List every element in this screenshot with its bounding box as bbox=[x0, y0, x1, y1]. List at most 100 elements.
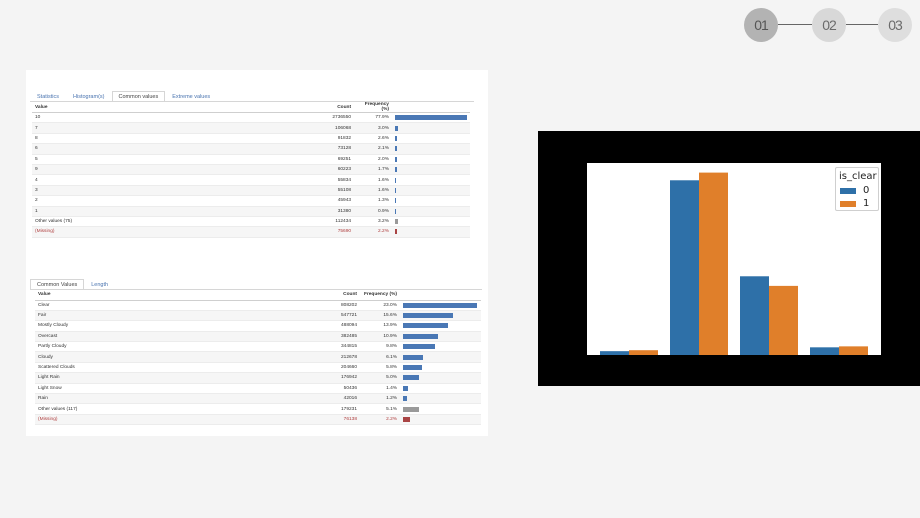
table-row: 10 2736550 77.9% bbox=[32, 112, 470, 124]
cell-frequency: 77.9% bbox=[354, 112, 392, 124]
cell-frequency: 1.6% bbox=[354, 174, 392, 186]
table-row: Other values (75) 112434 3.2% bbox=[32, 216, 470, 228]
chart-frame: is_clear 0 1 bbox=[538, 131, 920, 386]
frequency-bar bbox=[394, 198, 397, 204]
cell-value: Partly Cloudy bbox=[35, 341, 215, 353]
cell-bar bbox=[400, 372, 481, 384]
table-header-row: Value Count Frequency (%) bbox=[35, 290, 481, 301]
cell-bar bbox=[391, 195, 470, 207]
table-row: Cloudy 212678 6.1% bbox=[35, 351, 481, 363]
cell-value: 1 bbox=[32, 206, 211, 217]
bar-series-1-cat-2 bbox=[769, 285, 798, 355]
cell-frequency: 2.0% bbox=[354, 154, 392, 165]
column-header-value: Value bbox=[32, 102, 211, 113]
cell-count: 60223 bbox=[210, 164, 355, 176]
bar-series-1-cat-1 bbox=[699, 172, 728, 355]
cell-value: 2 bbox=[32, 195, 211, 207]
legend-swatch bbox=[840, 200, 856, 207]
frequency-bar bbox=[394, 146, 397, 152]
cell-frequency: 1.6% bbox=[354, 185, 392, 197]
frequency-bar bbox=[403, 354, 423, 360]
table-row: 6 73128 2.1% bbox=[32, 143, 470, 155]
cell-value: Fair bbox=[35, 310, 215, 322]
bar-series-0-cat-3 bbox=[810, 347, 839, 355]
table-row: 2 45943 1.3% bbox=[32, 195, 470, 207]
cell-value: Mostly Cloudy bbox=[35, 320, 215, 332]
cell-frequency: 0.9% bbox=[354, 206, 392, 217]
step-2[interactable]: 02 bbox=[812, 8, 846, 42]
step-1[interactable]: 01 bbox=[744, 8, 778, 42]
frequency-bar bbox=[394, 115, 467, 121]
frequency-bar bbox=[394, 219, 398, 225]
cell-bar bbox=[391, 133, 470, 145]
frequency-bar bbox=[394, 135, 398, 141]
frequency-bar bbox=[394, 125, 398, 131]
column-header-bar bbox=[391, 102, 470, 113]
cell-frequency: 5.1% bbox=[360, 403, 400, 415]
cell-count: 176942 bbox=[215, 372, 360, 384]
cell-frequency: 3.0% bbox=[354, 122, 392, 134]
cell-bar bbox=[391, 216, 470, 228]
cell-bar bbox=[391, 143, 470, 155]
cell-value: Clear bbox=[35, 300, 215, 311]
cell-count: 75690 bbox=[210, 226, 355, 238]
cell-count: 212678 bbox=[215, 351, 360, 363]
frequency-bar bbox=[394, 187, 397, 193]
cell-count: 69251 bbox=[210, 154, 355, 165]
cell-frequency: 10.9% bbox=[360, 331, 400, 343]
table-row: 4 55834 1.6% bbox=[32, 174, 470, 186]
cell-bar bbox=[391, 226, 470, 238]
cell-value: Cloudy bbox=[35, 351, 215, 363]
column-header-count: Count bbox=[210, 102, 355, 113]
step-indicator: 01 02 03 bbox=[744, 8, 914, 42]
cell-frequency: 15.6% bbox=[360, 310, 400, 322]
cell-count: 31380 bbox=[210, 206, 355, 217]
cell-bar bbox=[400, 300, 481, 311]
cell-bar bbox=[400, 310, 481, 322]
cell-bar bbox=[391, 206, 470, 217]
cell-value: (Missing) bbox=[32, 226, 211, 238]
table-row: 9 60223 1.7% bbox=[32, 164, 470, 176]
cell-frequency: 1.3% bbox=[354, 195, 392, 207]
table-row: 1 31380 0.9% bbox=[32, 206, 470, 217]
frequency-bar bbox=[394, 208, 397, 214]
cell-count: 76138 bbox=[215, 414, 360, 426]
frequency-bar bbox=[403, 416, 411, 422]
frequency-bar bbox=[394, 156, 397, 162]
cell-count: 382485 bbox=[215, 331, 360, 343]
cell-bar bbox=[400, 414, 481, 426]
cell-value: Scattered Clouds bbox=[35, 362, 215, 374]
cell-count: 344815 bbox=[215, 341, 360, 353]
cell-count: 808202 bbox=[215, 300, 360, 311]
cell-value: Light Snow bbox=[35, 383, 215, 395]
cell-count: 2736550 bbox=[210, 112, 355, 124]
cell-count: 112434 bbox=[210, 216, 355, 228]
cell-frequency: 1.4% bbox=[360, 383, 400, 395]
frequency-bar bbox=[403, 406, 420, 412]
cell-bar bbox=[400, 362, 481, 374]
cell-frequency: 9.8% bbox=[360, 341, 400, 353]
cell-bar bbox=[400, 383, 481, 395]
cell-value: Light Rain bbox=[35, 372, 215, 384]
table-row: Mostly Cloudy 488094 13.9% bbox=[35, 320, 481, 332]
frequency-bar bbox=[394, 229, 397, 235]
cell-bar bbox=[400, 341, 481, 353]
cell-bar bbox=[391, 112, 470, 124]
cell-bar bbox=[400, 351, 481, 363]
bar-series-0-cat-0 bbox=[600, 351, 629, 355]
cell-frequency: 1.7% bbox=[354, 164, 392, 176]
cell-value: 6 bbox=[32, 143, 211, 155]
cell-frequency: 1.2% bbox=[360, 393, 400, 405]
cell-count: 204660 bbox=[215, 362, 360, 374]
table-row: 5 69251 2.0% bbox=[32, 154, 470, 165]
cell-frequency: 6.1% bbox=[360, 351, 400, 363]
cell-bar bbox=[400, 393, 481, 405]
cell-count: 42016 bbox=[215, 393, 360, 405]
cell-value: Other values (75) bbox=[32, 216, 211, 228]
cell-frequency: 2.1% bbox=[354, 143, 392, 155]
table-row: (Missing) 76138 2.2% bbox=[35, 414, 481, 426]
cell-value: 5 bbox=[32, 154, 211, 165]
frequency-bar bbox=[403, 333, 439, 339]
step-3[interactable]: 03 bbox=[878, 8, 912, 42]
weather-values-table: Value Count Frequency (%) Clear 808202 23.… bbox=[35, 290, 481, 426]
